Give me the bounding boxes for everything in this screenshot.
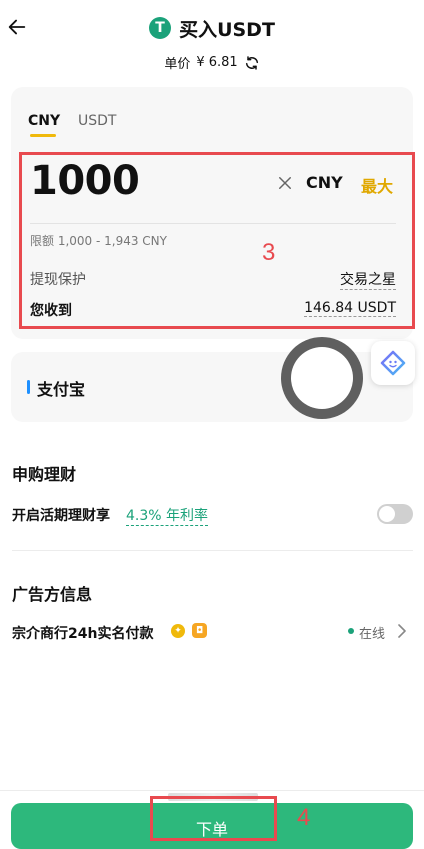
floating-button-center	[291, 347, 353, 409]
divider	[0, 790, 424, 791]
refresh-icon[interactable]	[244, 55, 260, 71]
shield-badge-icon: ◘	[192, 623, 207, 638]
tab-cny[interactable]: CNY	[28, 113, 60, 129]
verified-badge-icon: ✦	[171, 624, 185, 638]
payment-method-label: 支付宝	[37, 380, 86, 399]
tether-icon: T	[149, 17, 172, 39]
earn-label: 开启活期理财享	[12, 508, 110, 524]
price-value: ¥ 6.81	[196, 55, 238, 70]
payment-indicator	[27, 380, 30, 394]
tab-usdt[interactable]: USDT	[78, 113, 116, 129]
active-tab-indicator	[30, 134, 56, 137]
advertiser-title: 广告方信息	[12, 585, 93, 604]
divider	[12, 550, 413, 551]
price-label: 单价	[164, 57, 191, 72]
advertiser-name[interactable]: 宗介商行24h实名付款	[12, 623, 153, 643]
online-status-dot	[348, 628, 354, 634]
page-title: 买入USDT	[179, 18, 275, 41]
page-header: T 买入USDT	[0, 13, 424, 43]
annotation-box-4	[150, 796, 277, 841]
annotation-box-3	[19, 152, 415, 329]
toggle-knob	[379, 506, 395, 522]
sparkle-face-icon	[380, 350, 406, 376]
annotation-label-3: 3	[262, 239, 276, 266]
subscription-title: 申购理财	[12, 465, 77, 484]
ai-assistant-button[interactable]	[371, 341, 415, 385]
unit-price: 单价 ¥ 6.81	[0, 53, 424, 72]
earn-rate[interactable]: 4.3% 年利率	[126, 505, 209, 526]
annotation-label-4: 4	[297, 804, 311, 831]
online-status: 在线	[359, 627, 386, 642]
chevron-right-icon[interactable]	[397, 624, 407, 638]
